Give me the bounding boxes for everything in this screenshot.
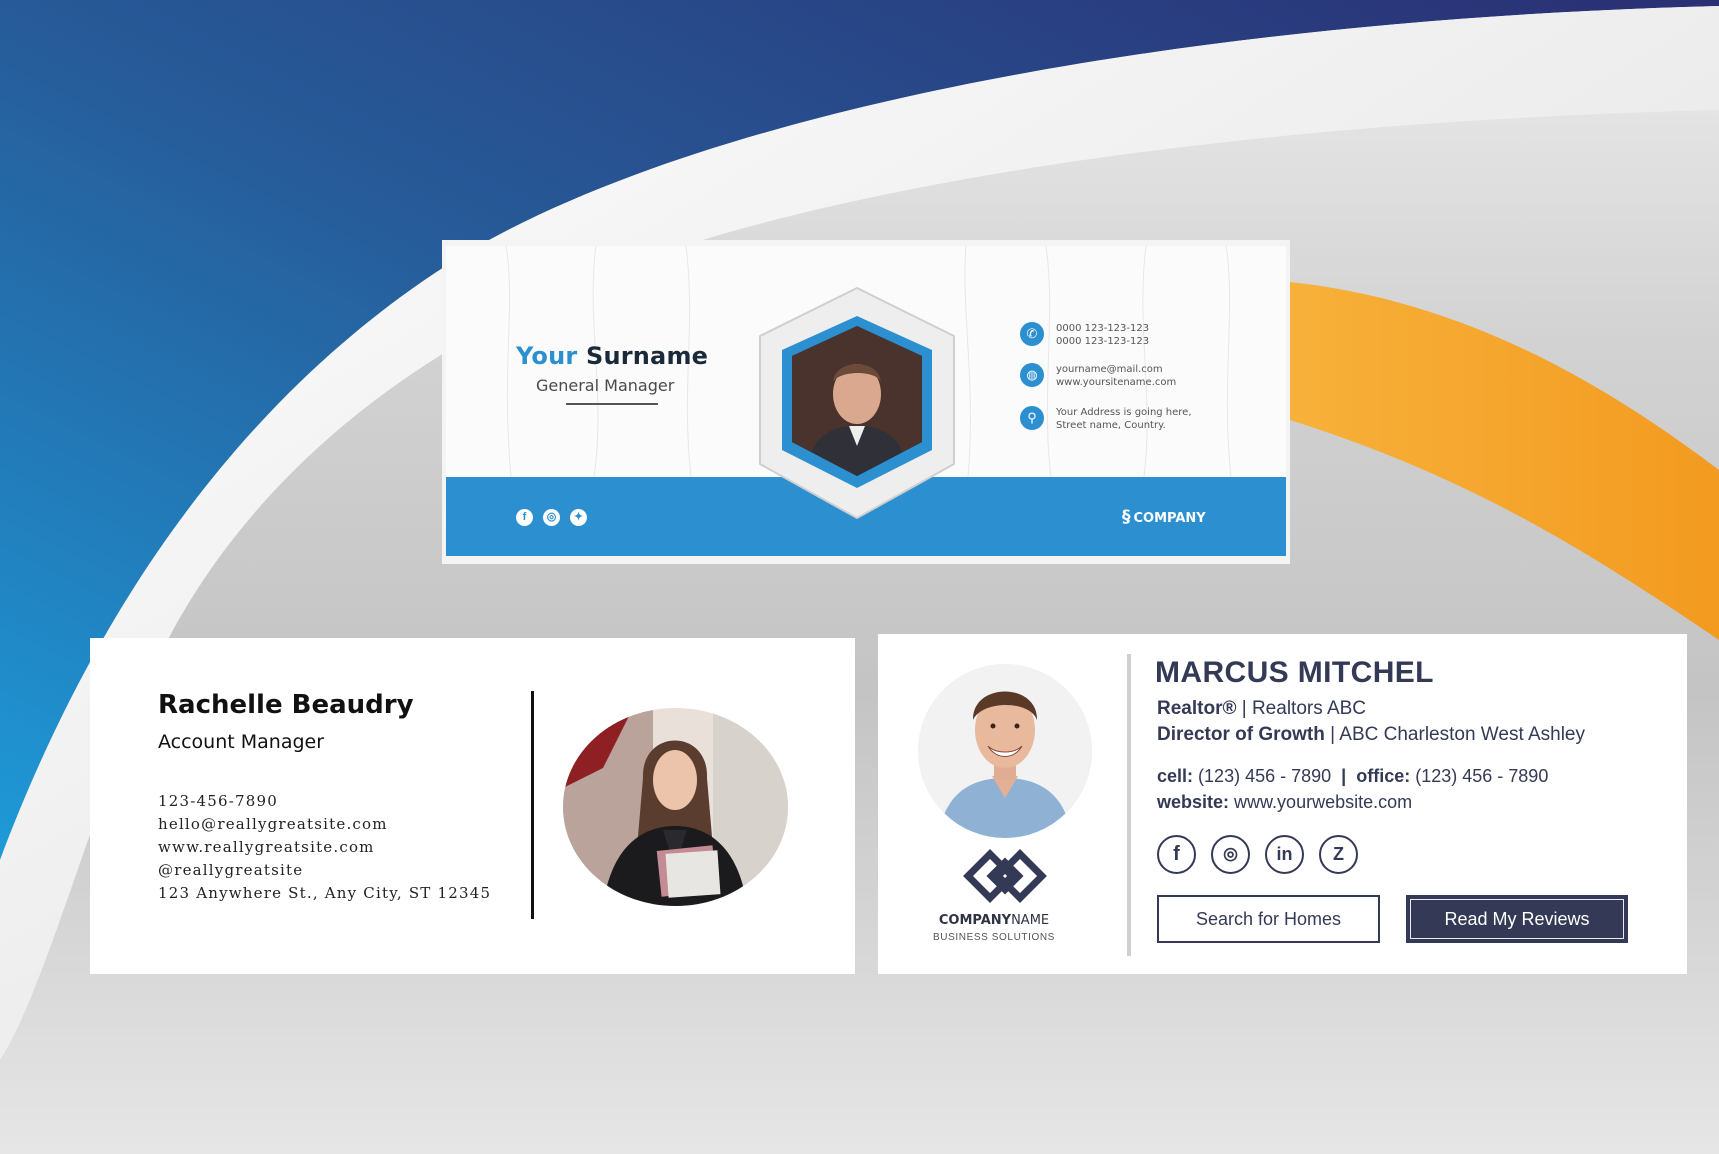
signature-3-cell[interactable]: (123) 456 - 7890 [1198, 766, 1331, 786]
account-manager-photo [563, 708, 788, 906]
signature-3-role-1: Realtor® | Realtors ABC [1157, 698, 1367, 719]
globe-icon: ◍ [1020, 363, 1044, 387]
instagram-icon[interactable]: ◎ [543, 509, 560, 526]
signature-3-office[interactable]: (123) 456 - 7890 [1415, 766, 1548, 786]
signature-card-2: Rachelle Beaudry Account Manager 123-456… [90, 638, 855, 974]
signature-1-phone-1: 0000 123-123-123 [1056, 323, 1150, 334]
signature-3-website-row: website: www.yourwebsite.com [1157, 792, 1413, 812]
twitter-icon[interactable]: ✦ [570, 509, 587, 526]
phone-icon: ✆ [1020, 322, 1044, 346]
signature-1-inner: Your Surname General Manager ✆ 0000 123-… [446, 246, 1286, 556]
signature-3-name: MARCUS MITCHEL [1155, 656, 1434, 689]
signature-1-address-2: Street name, Country. [1056, 420, 1166, 431]
signature-1-title-underline [566, 403, 658, 405]
signature-2-address: 123 Anywhere St., Any City, ST 12345 [158, 884, 492, 902]
company-name: COMPANYNAME [938, 913, 1050, 928]
signature-3-website[interactable]: www.yourwebsite.com [1234, 792, 1412, 812]
signature-2-website[interactable]: www.reallygreatsite.com [158, 836, 491, 859]
signature-2-contacts: 123-456-7890 hello@reallygreatsite.com w… [158, 790, 491, 905]
signature-1-phone-2: 0000 123-123-123 [1056, 336, 1150, 347]
instagram-icon[interactable]: ◎ [1211, 835, 1250, 874]
company-s-icon: § [1122, 507, 1131, 527]
signature-1-website[interactable]: www.yoursitename.com [1056, 376, 1176, 389]
linkedin-icon[interactable]: in [1265, 835, 1304, 874]
company-tagline: BUSINESS SOLUTIONS [933, 932, 1055, 943]
signature-3-role-2: Director of Growth | ABC Charleston West… [1157, 724, 1585, 745]
signature-1-email[interactable]: yourname@mail.com [1056, 363, 1176, 376]
realtor-photo [918, 664, 1092, 838]
read-my-reviews-button[interactable]: Read My Reviews [1406, 895, 1628, 943]
facebook-icon[interactable]: f [1157, 835, 1196, 874]
signature-3-divider [1127, 654, 1131, 956]
signature-3-phones: cell: (123) 456 - 7890 | office: (123) 4… [1157, 766, 1549, 786]
location-pin-icon: ⚲ [1020, 406, 1044, 430]
facebook-icon[interactable]: f [516, 509, 533, 526]
orange-swoosh [1290, 282, 1719, 640]
signature-1-name: Your Surname [516, 342, 709, 370]
signature-1-hex-frame [759, 287, 955, 519]
signature-1-title: General Manager [536, 376, 675, 395]
signature-2-divider [531, 691, 534, 919]
signature-1-address-1: Your Address is going here, [1056, 407, 1192, 418]
signature-1-company-logo: § COMPANY [1122, 507, 1206, 527]
zillow-icon[interactable]: Z [1319, 835, 1358, 874]
signature-card-1: Your Surname General Manager ✆ 0000 123-… [442, 240, 1290, 564]
signature-card-3: COMPANYNAME BUSINESS SOLUTIONS MARCUS MI… [878, 634, 1687, 974]
search-for-homes-button[interactable]: Search for Homes [1157, 895, 1380, 943]
company-logo-icon [963, 849, 1047, 903]
signature-2-phone[interactable]: 123-456-7890 [158, 790, 491, 813]
signature-2-title: Account Manager [158, 731, 325, 753]
signature-2-name: Rachelle Beaudry [158, 690, 414, 720]
background-swoosh [0, 0, 1719, 1060]
signature-2-handle[interactable]: @reallygreatsite [158, 859, 491, 882]
signature-2-email[interactable]: hello@reallygreatsite.com [158, 813, 491, 836]
